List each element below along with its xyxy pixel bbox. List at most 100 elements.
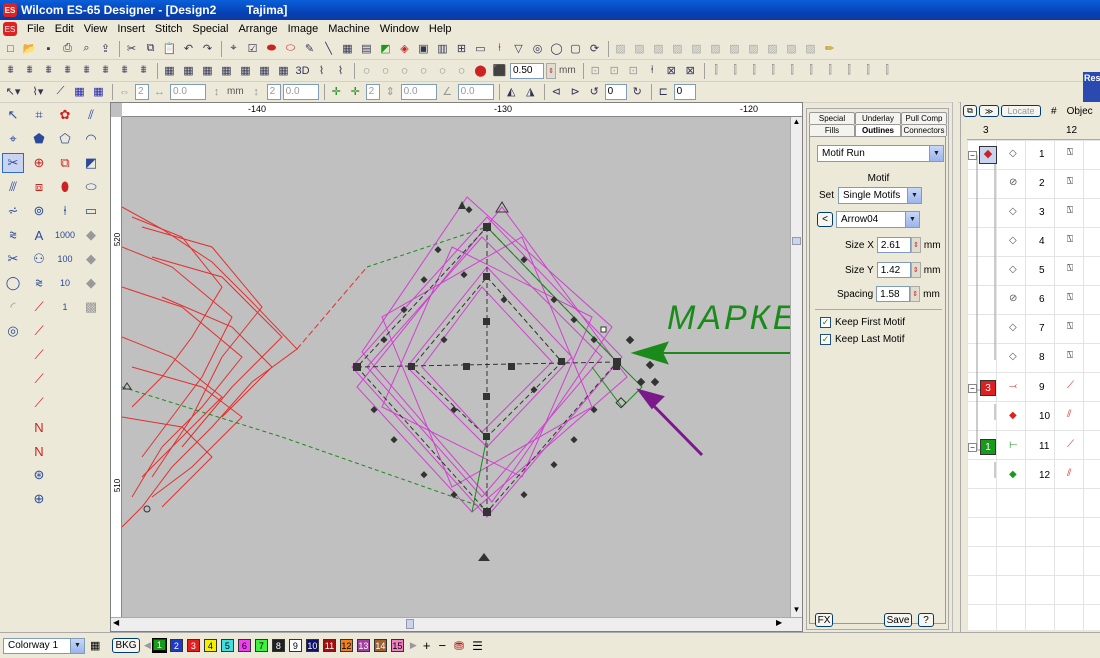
list-item[interactable]: − 3 ⤙ 9 ⟋	[961, 379, 1100, 399]
list-item[interactable]: ⊘ 2 ⍂	[961, 175, 1100, 195]
cut-icon[interactable]: ✂	[123, 40, 140, 57]
vertical-scrollbar[interactable]: ▲ ▼	[790, 117, 802, 617]
line-tool-icon[interactable]: ⫽	[80, 105, 102, 125]
zigzag-tool-icon[interactable]: Ν	[28, 441, 50, 461]
grid-icon[interactable]: ▦	[339, 40, 356, 57]
monogram-tool-icon[interactable]: ◆	[80, 249, 102, 269]
fill-stitch-icon[interactable]: ▦	[256, 62, 273, 79]
tab-pull-comp[interactable]: Pull Comp	[901, 112, 947, 124]
run-stitch-icon[interactable]: ⟋	[28, 321, 50, 341]
col-spacing-input[interactable]: 0.0	[400, 83, 437, 100]
texture-tool-icon[interactable]: ▩	[80, 297, 102, 317]
motif-spacing-spinner[interactable]: ⇕	[910, 286, 921, 302]
disabled-tool-icon[interactable]: ▨	[802, 40, 819, 57]
disabled-tool-icon[interactable]: ▨	[650, 40, 667, 57]
cut-tool-icon[interactable]: ✂	[2, 249, 24, 269]
bead-tool-icon[interactable]: ⬮	[54, 177, 76, 197]
print-icon[interactable]: ⎙	[59, 40, 76, 57]
color-swatch[interactable]: 1	[151, 638, 167, 653]
fill-stitch-icon[interactable]: ▦	[237, 62, 254, 79]
list-item[interactable]: ◇ 4 ⍂	[961, 233, 1100, 253]
square-icon[interactable]: ▢	[567, 40, 584, 57]
align-icon[interactable]: ⫿	[822, 62, 839, 79]
grid-snap-icon[interactable]: ▦	[90, 83, 107, 100]
horizontal-scrollbar[interactable]: ◀ ▶	[111, 617, 802, 631]
rotate-icon[interactable]: ↺	[586, 83, 603, 100]
lock-icon[interactable]: ⊠	[682, 62, 699, 79]
menu-view[interactable]: View	[79, 23, 113, 35]
spacing-v-icon[interactable]: ↕	[248, 83, 265, 100]
rotate-input[interactable]: 0	[604, 83, 627, 100]
spacing-v-icon[interactable]: ↕	[208, 83, 225, 100]
handle[interactable]	[600, 326, 607, 333]
color-swatch[interactable]: 10	[305, 639, 319, 652]
stitch-type-icon[interactable]: ⩩	[116, 62, 133, 79]
fill-stitch-icon[interactable]: ▦	[161, 62, 178, 79]
disabled-tool-icon[interactable]: ▨	[688, 40, 705, 57]
previous-motif-button[interactable]: <	[817, 212, 833, 227]
funnel-icon[interactable]: ▽	[510, 40, 527, 57]
color-swatch[interactable]: 13	[356, 639, 370, 652]
save-icon[interactable]: ▪	[40, 40, 57, 57]
effect-icon[interactable]: ◌	[396, 62, 413, 79]
new-icon[interactable]: □	[2, 40, 19, 57]
checkbox-icon[interactable]: ☑	[244, 40, 261, 57]
disabled-tool-icon[interactable]: ▨	[745, 40, 762, 57]
add-color-icon[interactable]: +	[423, 638, 431, 653]
motif-spacing-input[interactable]: 1.58	[876, 286, 911, 302]
keep-first-checkbox[interactable]: ✓	[820, 317, 831, 328]
undo-icon[interactable]: ↶	[180, 40, 197, 57]
design-drawing[interactable]: МАРКЕР	[122, 117, 790, 619]
collapse-toggle-icon[interactable]: −	[968, 384, 977, 393]
list-item[interactable]: − ◆ ◇ 1 ⍂	[961, 146, 1100, 166]
target-icon[interactable]: ⊕	[28, 489, 50, 509]
mirror-icon[interactable]: ◭	[503, 83, 520, 100]
color-wheel-icon[interactable]: ⬤	[472, 62, 489, 79]
table-icon[interactable]: ▤	[358, 40, 375, 57]
color-swatch[interactable]: 5	[220, 639, 234, 652]
align-icon[interactable]: ⫿	[727, 62, 744, 79]
disabled-tool-icon[interactable]: ▨	[707, 40, 724, 57]
hoop-icon[interactable]: ◎	[529, 40, 546, 57]
align-icon[interactable]: ⫿	[803, 62, 820, 79]
effect-icon[interactable]: ◌	[377, 62, 394, 79]
effect-icon[interactable]: ◌	[415, 62, 432, 79]
needle-icon[interactable]: ⍿	[491, 40, 508, 57]
fill-icon[interactable]: ⬬	[263, 40, 280, 57]
align-icon[interactable]: ⫿	[765, 62, 782, 79]
panel-splitter[interactable]	[952, 102, 958, 632]
tab-fills[interactable]: Fills	[809, 124, 855, 136]
stitch-type-icon[interactable]: ⩩	[135, 62, 152, 79]
effect-icon[interactable]: ◌	[434, 62, 451, 79]
circle-icon[interactable]: ◯	[548, 40, 565, 57]
list-item[interactable]: ⊘ 6 ⍂	[961, 291, 1100, 311]
list-item[interactable]: ◇ 5 ⍂	[961, 262, 1100, 282]
color-swatch[interactable]: 15	[390, 639, 404, 652]
disabled-tool-icon[interactable]: ▨	[669, 40, 686, 57]
menu-insert[interactable]: Insert	[112, 23, 150, 35]
menu-file[interactable]: File	[22, 23, 50, 35]
list-item[interactable]: − 1 ⊢ 11 ⟋	[961, 438, 1100, 458]
scroll-thumb[interactable]	[406, 619, 414, 629]
size-x-spinner[interactable]: ⇕	[910, 237, 921, 253]
menu-edit[interactable]: Edit	[50, 23, 79, 35]
monogram-tool-icon[interactable]: ◆	[80, 273, 102, 293]
motif-select[interactable]: Arrow04 ▼	[836, 211, 920, 228]
fill-stitch-icon[interactable]: ▦	[199, 62, 216, 79]
satin-tool-icon[interactable]: ⧈	[28, 177, 50, 197]
zigzag-tool-icon[interactable]: Ν	[28, 417, 50, 437]
pointer-icon[interactable]: ↖▾	[2, 83, 24, 100]
effect-icon[interactable]: ◌	[453, 62, 470, 79]
stitch-type-icon[interactable]: ⩩	[59, 62, 76, 79]
reshape-icon[interactable]: ⌇▾	[26, 83, 50, 100]
transform-icon[interactable]: ⊡	[587, 62, 604, 79]
palette-grid-icon[interactable]: ▦	[90, 639, 104, 653]
tab-outlines[interactable]: Outlines	[855, 124, 901, 136]
size-x-input[interactable]: 2.61	[876, 237, 911, 253]
fill-stitch-icon[interactable]: ⌇	[313, 62, 330, 79]
monitor-icon[interactable]: ▭	[472, 40, 489, 57]
run-stitch-icon[interactable]: ⟋	[28, 393, 50, 413]
number-tool-icon[interactable]: 10	[54, 273, 76, 293]
results-tab[interactable]: Res	[1083, 72, 1100, 102]
size-y-spinner[interactable]: ⇕	[910, 262, 921, 278]
